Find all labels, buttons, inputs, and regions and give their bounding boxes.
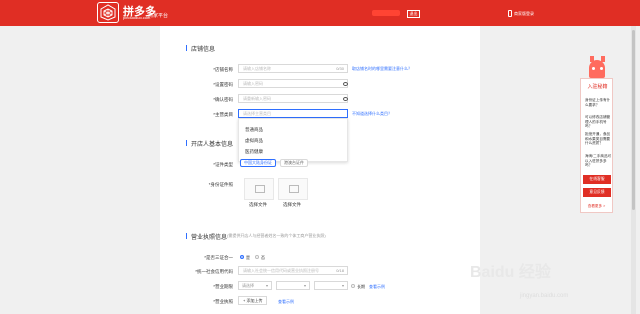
start-year-value: 请选择 (242, 283, 254, 288)
long-term-label: 长期 (357, 284, 365, 289)
baidu-watermark-url: jingyan.baidu.com (520, 293, 569, 299)
dropdown-option-normal[interactable]: 普通商品 (245, 127, 263, 133)
baidu-watermark: Baidu 经验 (470, 264, 551, 281)
tip-question-4[interactable]: 海淘/二手商品可以入驻拼多多吗？ (585, 154, 613, 168)
tip-question-1[interactable]: 身份证上传有什么要求？ (585, 98, 613, 107)
license-hint: (需提供开店人与经营者姓名一致的个体工商户营业执照) (227, 233, 326, 238)
category-select[interactable]: 请选择主营类目 (238, 109, 348, 118)
password-input[interactable]: 请输入密码 (238, 79, 348, 88)
id-front-choose-file[interactable]: 选择文件 (249, 202, 267, 208)
chevron-down-icon: ▾ (265, 283, 268, 288)
category-label: *主营类目 (213, 112, 233, 117)
platform-label: 商家平台 (148, 13, 169, 19)
show-password-eye-icon[interactable] (343, 82, 348, 86)
id-photo-label: *身份证件照 (208, 182, 233, 187)
top-navbar (0, 0, 640, 26)
store-name-input[interactable]: 请输入店铺名称 0/30 (238, 64, 348, 73)
section-license-title: 营业执照信息 (185, 232, 227, 241)
category-placeholder: 请选择主营类目 (243, 111, 271, 116)
chevron-down-icon: ▾ (303, 283, 306, 288)
section-owner-title: 开店人基本信息 (185, 139, 233, 148)
confirm-password-label: *确认密码 (213, 97, 233, 102)
chevron-down-icon: ▾ (341, 283, 344, 288)
three-in-one-yes-radio[interactable] (240, 255, 244, 259)
pinduoduo-logo-icon (97, 2, 119, 23)
credit-code-label: *统一社会信用代码 (195, 269, 233, 274)
confirm-password-placeholder: 请重新输入密码 (243, 96, 271, 101)
valid-period-sample-link[interactable]: 查看示例 (369, 284, 385, 290)
feedback-button[interactable]: 意见反馈 (583, 188, 611, 197)
valid-start-month-select[interactable]: ▾ (276, 281, 310, 290)
mascot-left-eye (592, 67, 595, 70)
store-name-placeholder: 请输入店铺名称 (243, 66, 271, 71)
confirm-password-input[interactable]: 请重新输入密码 (238, 94, 348, 103)
mascot-right-eye (600, 67, 603, 70)
scrollbar-thumb[interactable] (632, 30, 635, 210)
three-in-one-label: *是否三证合一 (204, 255, 233, 260)
redacted-username (372, 10, 400, 16)
id-front-upload[interactable] (244, 178, 274, 200)
license-upload-button[interactable]: + 添加上传 (238, 296, 268, 305)
license-sample-link[interactable]: 查看示例 (278, 299, 294, 305)
credit-code-input[interactable]: 请输入社会统一信用代码或营业执照注册号 0/18 (238, 266, 348, 275)
valid-period-label: *营业期限 (213, 284, 233, 289)
category-dropdown: 普通商品 虚拟商品 医药健康 (238, 118, 348, 162)
mobile-phone-icon[interactable] (508, 10, 512, 17)
three-in-one-no-radio[interactable] (255, 255, 259, 259)
id-back-image-icon (289, 185, 299, 193)
tip-question-3[interactable]: 拒绝开通，食品和水果类目需要什么资质？ (585, 132, 613, 146)
online-service-button[interactable]: 在线客服 (583, 175, 611, 184)
store-name-label: *店铺名称 (213, 67, 233, 72)
credit-code-counter: 0/18 (336, 268, 344, 273)
show-confirm-password-eye-icon[interactable] (343, 97, 348, 101)
section-store-title: 店铺信息 (185, 44, 215, 53)
tips-more-link[interactable]: 查看更多 > (580, 204, 613, 209)
valid-start-year-select[interactable]: 请选择 ▾ (238, 281, 272, 290)
long-term-checkbox[interactable] (351, 284, 355, 288)
mobile-login-link[interactable]: 商家版登录 (514, 11, 534, 17)
id-back-choose-file[interactable]: 选择文件 (283, 202, 301, 208)
password-label: *设置密码 (213, 82, 233, 87)
tip-question-2[interactable]: 可以修改店铺管理人的手机号吗？ (585, 115, 613, 129)
license-image-label: *营业执照 (213, 299, 233, 304)
three-in-one-no-label: 否 (261, 255, 265, 260)
id-type-mainland-option[interactable]: 中国大陆身份证 (240, 159, 276, 167)
name-rule-link[interactable]: 取店铺名时的哪里需要注意什么？ (352, 66, 412, 72)
dropdown-option-health[interactable]: 医药健康 (245, 149, 263, 155)
store-name-counter: 0/30 (336, 66, 344, 71)
entry-tips-title: 入驻秘籍 (587, 84, 608, 90)
logout-button[interactable]: 退出 (407, 10, 420, 18)
id-type-label: *证件类型 (213, 162, 233, 167)
id-front-image-icon (255, 185, 265, 193)
dropdown-option-virtual[interactable]: 虚拟商品 (245, 138, 263, 144)
category-help-link[interactable]: 不知道选择什么类目？ (352, 111, 392, 117)
id-type-hkmt-option[interactable]: 港澳台证件 (280, 159, 308, 167)
valid-end-select[interactable]: ▾ (314, 281, 348, 290)
password-placeholder: 请输入密码 (243, 81, 263, 86)
credit-code-placeholder: 请输入社会统一信用代码或营业执照注册号 (243, 268, 319, 273)
three-in-one-yes-label: 是 (246, 255, 250, 260)
logo-domain: pinduoduo.com (123, 15, 151, 20)
id-back-upload[interactable] (278, 178, 308, 200)
